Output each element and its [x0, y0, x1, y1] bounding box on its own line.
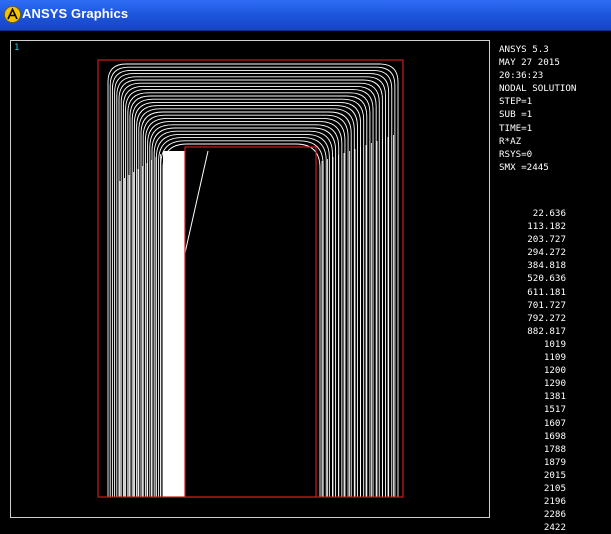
legend-value: 22.636 [532, 208, 566, 219]
legend-value: 113.182 [527, 221, 566, 233]
title-bar[interactable]: ANSYS Graphics [0, 0, 611, 31]
legend-value: 520.636 [527, 273, 566, 285]
contour-lines [107, 63, 399, 497]
legend-value: 2422 [543, 522, 566, 534]
legend-value: 611.181 [527, 286, 566, 298]
smx-label: SMX =2445 [499, 161, 549, 173]
legend-value: 294.272 [527, 247, 566, 259]
legend-value: 701.727 [527, 299, 566, 311]
time-value-label: TIME=1 [499, 122, 533, 134]
legend-value: 1517 [543, 404, 566, 416]
legend-value: 1109 [543, 352, 566, 364]
solution-label: NODAL SOLUTION [499, 83, 577, 95]
legend-value: 1019 [543, 338, 566, 350]
step-label: STEP=1 [499, 96, 533, 108]
legend-value: 2105 [543, 482, 566, 494]
legend-value: 882.817 [527, 325, 566, 337]
legend-value: 1381 [543, 391, 566, 403]
legend-value: 1200 [543, 365, 566, 377]
info-panel: ANSYS 5.3 MAY 27 2015 20:36:23 NODAL SOL… [499, 43, 576, 174]
window-title: ANSYS Graphics [22, 6, 129, 21]
result-label: R*AZ [499, 135, 522, 147]
legend-value: 1698 [543, 430, 566, 442]
legend-value: 2196 [543, 496, 566, 508]
contour-band [163, 151, 185, 497]
date-label: MAY 27 2015 [499, 57, 560, 69]
contour-line [184, 150, 209, 254]
graphics-viewport[interactable]: 1 ANSYS 5.3 MAY 27 2015 20:36:23 NODAL S… [0, 31, 611, 533]
legend-value: 384.818 [527, 260, 566, 272]
version-label: ANSYS 5.3 [499, 44, 549, 55]
legend-value: 1788 [543, 443, 566, 455]
legend-value: 1290 [543, 378, 566, 390]
legend-value: 2286 [543, 509, 566, 521]
legend-value: 792.272 [527, 312, 566, 324]
legend-value: 1607 [543, 417, 566, 429]
contour-line [109, 66, 396, 497]
ansys-logo-icon [4, 6, 21, 23]
legend-value: 203.727 [527, 234, 566, 246]
sub-label: SUB =1 [499, 109, 533, 121]
rsys-label: RSYS=0 [499, 148, 533, 160]
contour-legend: 22.636 113.182 203.727 294.272 384.818 520.63… [500, 207, 566, 534]
slot-outline [184, 146, 317, 498]
contour-line [162, 143, 321, 497]
time-label: 20:36:23 [499, 70, 544, 82]
legend-value: 2015 [543, 469, 566, 481]
contour-line [120, 82, 380, 497]
legend-value: 1879 [543, 456, 566, 468]
